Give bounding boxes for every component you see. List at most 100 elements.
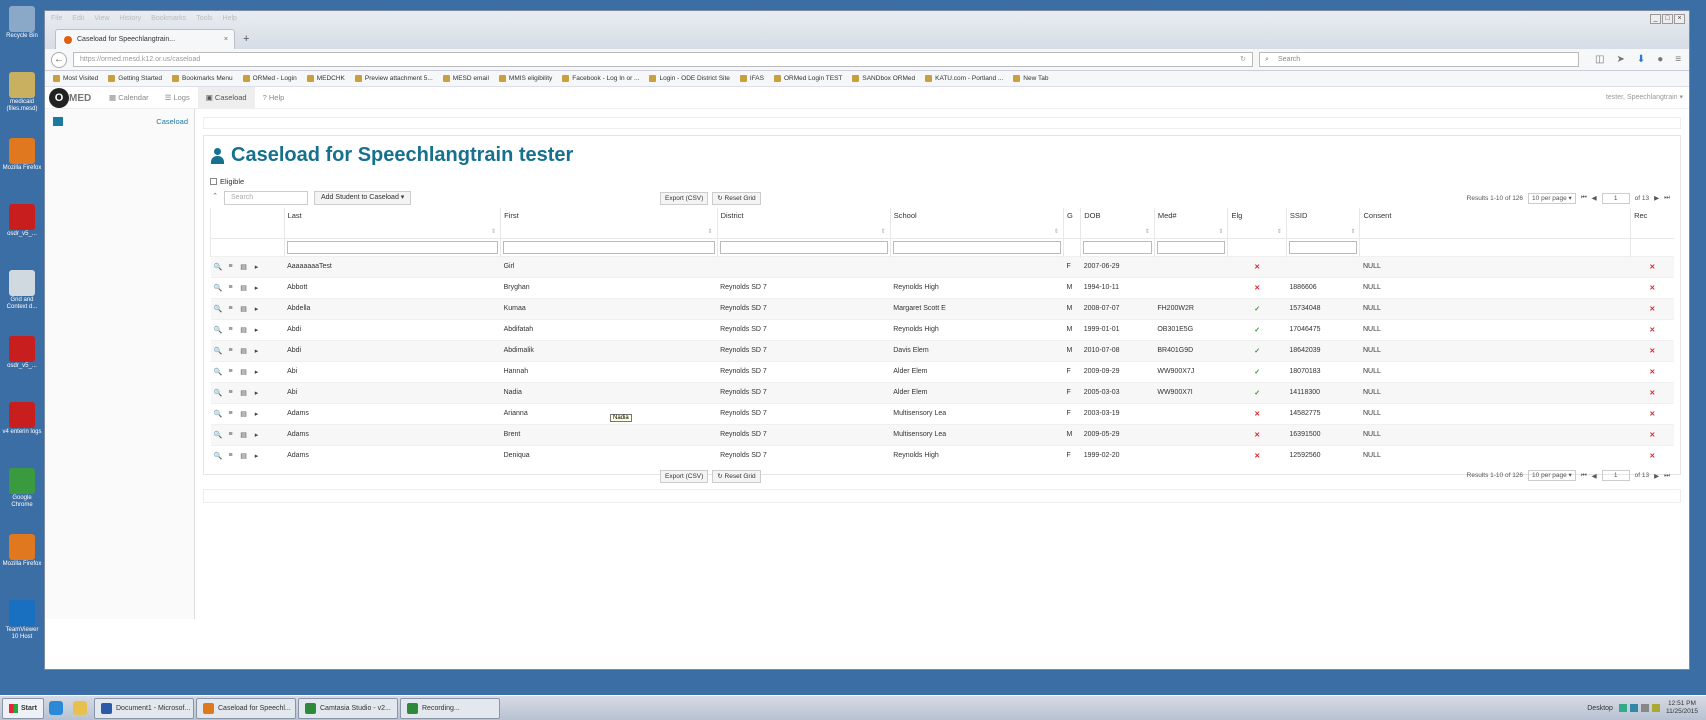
expand-icon[interactable]: ▸ (253, 263, 261, 271)
desktop-icon[interactable]: Google Chrome (2, 468, 42, 509)
taskbar-task[interactable]: Document1 - Microsof... (94, 697, 194, 719)
prev-page-icon[interactable]: ◀ (1592, 472, 1597, 480)
desktop-icon[interactable]: v4 enterin logs (2, 402, 42, 436)
hamburger-menu-icon[interactable]: ≡ (1675, 54, 1681, 65)
bookmark-item[interactable]: Most Visited (53, 75, 98, 82)
desktop-toolbar[interactable]: Desktop (1587, 705, 1613, 712)
close-window-button[interactable]: × (1674, 14, 1685, 24)
eligible-checkbox[interactable] (210, 178, 217, 185)
expand-icon[interactable]: ▸ (253, 431, 261, 439)
sort-icon[interactable]: ⇕ (881, 228, 886, 235)
new-tab-button[interactable]: + (243, 33, 249, 45)
view-icon[interactable]: 🔍 (214, 389, 223, 397)
bookmark-item[interactable]: New Tab (1013, 75, 1048, 82)
expand-icon[interactable]: ▸ (253, 452, 261, 460)
desktop-icon[interactable]: Mozilla Firefox (2, 138, 42, 172)
desktop-icon[interactable]: osdr_v5_... (2, 204, 42, 238)
bookmark-item[interactable]: IFAS (739, 75, 764, 82)
desktop-icon[interactable]: medicaid (files.mesd) (2, 72, 42, 113)
reset-grid-button-bottom[interactable]: ↻ Reset Grid (712, 470, 761, 483)
bookmark-item[interactable]: Preview attachment 5... (354, 75, 433, 82)
sort-icon[interactable]: ⇕ (1277, 228, 1282, 235)
nav-calendar[interactable]: ▦ Calendar (101, 87, 157, 109)
list-icon[interactable]: ≡ (227, 326, 235, 334)
bookmark-item[interactable]: Facebook - Log In or ... (562, 75, 639, 82)
grid-icon[interactable]: ▤ (240, 389, 248, 397)
next-page-icon[interactable]: ▶ (1654, 472, 1659, 480)
taskbar-task[interactable]: Camtasia Studio - v2... (298, 697, 398, 719)
bookmark-item[interactable]: Bookmarks Menu (172, 75, 233, 82)
bookmark-item[interactable]: MESD email (442, 75, 489, 82)
folder-icon[interactable] (68, 698, 92, 719)
sidebar-item-caseload[interactable]: Caseload (156, 117, 188, 126)
view-icon[interactable]: 🔍 (214, 347, 223, 355)
sort-icon[interactable]: ⇕ (491, 228, 496, 235)
page-input[interactable]: 1 (1601, 192, 1630, 204)
list-icon[interactable]: ≡ (227, 452, 235, 460)
grid-icon[interactable]: ▤ (240, 326, 248, 334)
menu-item[interactable]: History (119, 15, 141, 22)
last-page-icon[interactable]: ⏭ (1664, 194, 1670, 202)
desktop-icon[interactable]: TeamViewer 10 Host (2, 600, 42, 641)
expand-icon[interactable]: ▸ (253, 368, 261, 376)
first-page-icon[interactable]: ⏮ (1581, 472, 1587, 480)
filter-input[interactable] (1083, 240, 1152, 254)
grid-icon[interactable]: ▤ (240, 305, 248, 313)
filter-input[interactable] (1156, 240, 1226, 254)
per-page-select[interactable]: 10 per page ▾ (1528, 192, 1576, 204)
menu-item[interactable]: Tools (196, 15, 212, 22)
bookmark-item[interactable]: Login - ODE District Site (649, 75, 730, 82)
next-page-icon[interactable]: ▶ (1654, 194, 1659, 202)
filter-input[interactable] (1288, 240, 1358, 254)
bookmark-item[interactable]: SANDbox ORMed (852, 75, 915, 82)
minimize-button[interactable]: _ (1650, 14, 1661, 24)
column-header[interactable]: G (1062, 208, 1081, 238)
page-input-bottom[interactable]: 1 (1601, 470, 1630, 481)
sidebar-toggle-button[interactable] (53, 117, 63, 126)
column-header[interactable]: SSID ⇕ (1285, 208, 1360, 238)
prev-page-icon[interactable]: ◀ (1592, 194, 1597, 202)
export-csv-button[interactable]: Export (CSV) (660, 191, 709, 205)
expand-icon[interactable]: ▸ (253, 410, 261, 418)
bookmark-item[interactable]: ORMed Login TEST (773, 75, 842, 82)
sort-icon[interactable]: ⇕ (1350, 228, 1355, 235)
expand-icon[interactable]: ▸ (253, 326, 261, 334)
start-button[interactable]: Start (2, 697, 44, 719)
sort-icon[interactable]: ⇕ (1054, 228, 1059, 235)
column-header[interactable]: Last ⇕ (283, 208, 501, 238)
list-icon[interactable]: ≡ (227, 368, 235, 376)
list-icon[interactable]: ≡ (227, 431, 235, 439)
export-csv-button-bottom[interactable]: Export (CSV) (660, 470, 709, 483)
eligible-filter[interactable]: Eligible (210, 177, 1674, 186)
view-icon[interactable]: 🔍 (214, 284, 223, 292)
grid-icon[interactable]: ▤ (240, 284, 248, 292)
view-icon[interactable]: 🔍 (214, 452, 223, 460)
column-header[interactable]: First ⇕ (500, 208, 718, 238)
expand-icon[interactable]: ▸ (253, 347, 261, 355)
filter-input[interactable] (892, 240, 1061, 254)
first-page-icon[interactable]: ⏮ (1581, 194, 1587, 202)
url-bar[interactable]: https://ormed.mesd.k12.or.us/caseload ↻ (73, 52, 1253, 67)
column-header[interactable]: School ⇕ (889, 208, 1064, 238)
desktop-icon[interactable]: Grid and Context d... (2, 270, 42, 311)
list-icon[interactable]: ≡ (227, 284, 235, 292)
desktop-icon[interactable]: osdr_v5_... (2, 336, 42, 370)
filter-input[interactable] (503, 240, 715, 254)
list-icon[interactable]: ≡ (227, 410, 235, 418)
view-icon[interactable]: 🔍 (214, 263, 223, 271)
grid-icon[interactable]: ▤ (240, 410, 248, 418)
browser-search-input[interactable]: Search (1259, 52, 1579, 67)
filter-input[interactable] (286, 240, 499, 254)
back-arrow-icon[interactable]: ← (51, 51, 67, 68)
list-icon[interactable]: ≡ (227, 305, 235, 313)
user-menu[interactable]: tester, Speechlangtrain ▾ (1606, 87, 1683, 109)
nav-logs[interactable]: ☰ Logs (157, 87, 198, 109)
menu-item[interactable]: File (51, 15, 62, 22)
list-icon[interactable]: ≡ (227, 389, 235, 397)
column-header[interactable]: DOB ⇕ (1080, 208, 1155, 238)
grid-icon[interactable]: ▤ (240, 431, 248, 439)
menu-item[interactable]: Help (223, 15, 237, 22)
reset-grid-button[interactable]: ↻ Reset Grid (712, 191, 761, 205)
ie-icon[interactable] (44, 698, 68, 719)
column-header[interactable]: Consent (1359, 208, 1631, 238)
